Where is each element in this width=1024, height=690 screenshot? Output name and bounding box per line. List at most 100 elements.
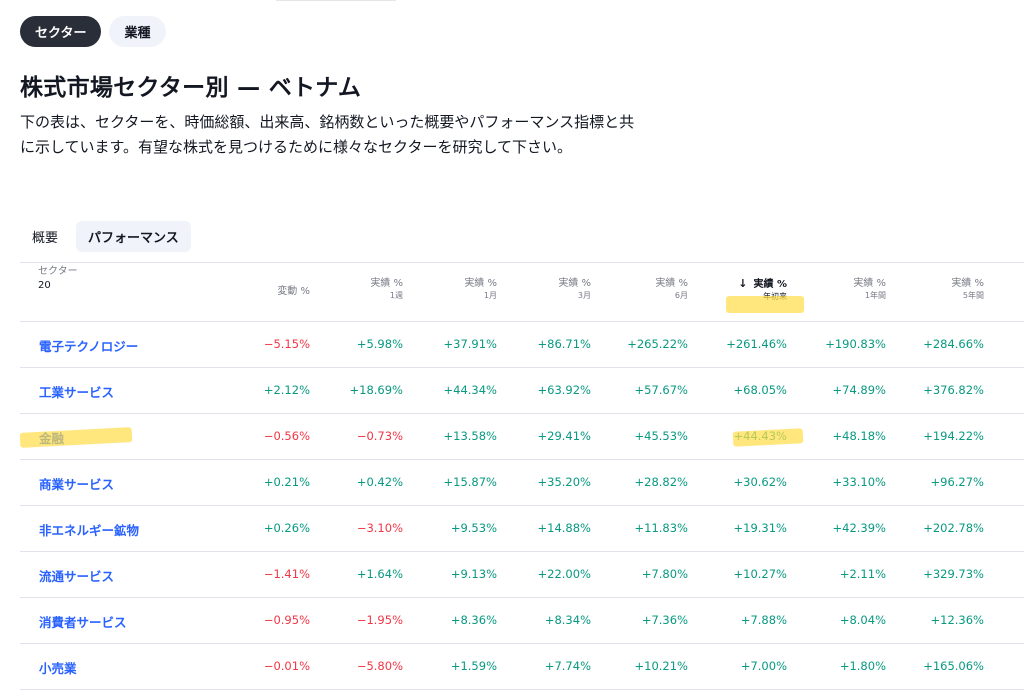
cell-value: +44.34%	[443, 383, 498, 397]
cell-value: +329.73%	[923, 567, 984, 581]
tab-overview[interactable]: 概要	[20, 221, 70, 252]
table-row[interactable]: 工業サービス +2.12% +18.69% +44.34% +63.92% +57.67%…	[20, 368, 1024, 414]
column-header-label: 実績 %	[313, 277, 403, 290]
cell-value: −0.01%	[263, 659, 310, 673]
column-header-6[interactable]: 実績 % 1年間	[796, 277, 886, 302]
cell-value: +11.83%	[634, 521, 689, 535]
cell-value: +8.34%	[544, 613, 591, 627]
column-header-label: 実績 %	[598, 277, 688, 290]
cell-value: +15.87%	[443, 475, 498, 489]
cell-value: +44.43%	[733, 429, 788, 443]
cell-value: +48.18%	[832, 429, 887, 443]
cell-value: +190.83%	[825, 337, 886, 351]
sector-link[interactable]: 小売業	[39, 658, 77, 677]
column-header-period: 1月	[483, 291, 497, 300]
sector-link[interactable]: 流通サービス	[39, 566, 114, 585]
cell-value: +9.13%	[450, 567, 497, 581]
column-header-2[interactable]: 実績 % 1月	[407, 277, 497, 302]
column-header-7[interactable]: 実績 % 5年間	[894, 277, 984, 302]
pill-industry[interactable]: 業種	[109, 16, 166, 47]
cell-value: +1.80%	[839, 659, 886, 673]
cell-value: +8.04%	[839, 613, 886, 627]
cell-value: +165.06%	[923, 659, 984, 673]
cell-value: +10.21%	[634, 659, 689, 673]
column-header-period: 3月	[577, 291, 591, 300]
column-header-1[interactable]: 実績 % 1週	[313, 277, 403, 302]
cell-value: +7.36%	[641, 613, 688, 627]
sector-link[interactable]: 消費者サービス	[39, 612, 127, 631]
table-row[interactable]: 商業サービス +0.21% +0.42% +15.87% +35.20% +28.82% +…	[20, 460, 1024, 506]
cell-value: −5.15%	[263, 337, 310, 351]
cell-value: +33.10%	[832, 475, 887, 489]
cell-value: −1.95%	[356, 613, 403, 627]
sector-table: セクター 20 変動 % 実績 % 1週 実績 % 1月 実績 % 3月 実績 % 6月 ↓ 実績 …	[19, 262, 1024, 690]
column-header-period: 1年間	[864, 291, 886, 300]
cell-value: +29.41%	[537, 429, 592, 443]
tab-performance[interactable]: パフォーマンス	[76, 221, 191, 252]
column-header-3[interactable]: 実績 % 3月	[501, 277, 591, 302]
cell-value: +261.46%	[726, 337, 787, 351]
cell-value: +13.58%	[443, 429, 498, 443]
table-row[interactable]: 流通サービス −1.41% +1.64% +9.13% +22.00% +7.80% +10…	[20, 552, 1024, 598]
column-header-label: 変動 %	[220, 285, 310, 298]
cell-value: −1.41%	[263, 567, 310, 581]
column-header-label: 実績 %	[894, 277, 984, 290]
cell-value: +68.05%	[733, 383, 788, 397]
table-row[interactable]: 金融 −0.56% −0.73% +13.58% +29.41% +45.53% +44.4…	[20, 414, 1024, 460]
column-header-text: 実績 %	[753, 279, 787, 290]
column-header-text: 実績 %	[370, 278, 403, 289]
sector-link[interactable]: 金融	[39, 428, 64, 447]
column-header-period: 年初来	[763, 292, 787, 301]
cell-value: +376.82%	[923, 383, 984, 397]
cell-value: +0.21%	[263, 475, 310, 489]
sector-link[interactable]: 非エネルギー鉱物	[39, 520, 139, 539]
cell-value: +37.91%	[443, 337, 498, 351]
cell-value: +0.42%	[356, 475, 403, 489]
column-header-text: 実績 %	[464, 278, 497, 289]
page-description: 下の表は、セクターを、時価総額、出来高、銘柄数といった概要やパフォーマンス指標と…	[20, 113, 635, 156]
cell-value: +42.39%	[832, 521, 887, 535]
column-header-label: 実績 %	[796, 277, 886, 290]
cell-value: −3.10%	[356, 521, 403, 535]
sector-link[interactable]: 電子テクノロジー	[39, 336, 138, 355]
cell-value: +5.98%	[356, 337, 403, 351]
column-header-5[interactable]: ↓ 実績 % 年初来	[697, 277, 787, 303]
cell-value: +45.53%	[634, 429, 689, 443]
cell-value: +202.78%	[923, 521, 984, 535]
cell-value: −0.73%	[356, 429, 403, 443]
arrow-down-icon: ↓	[738, 277, 748, 290]
category-pills: セクター 業種	[20, 16, 166, 47]
sector-count: 20	[38, 280, 51, 291]
column-header-label: 実績 %	[501, 277, 591, 290]
table-row[interactable]: 電子テクノロジー −5.15% +5.98% +37.91% +86.71% +265.2…	[20, 322, 1024, 368]
cell-value: +63.92%	[537, 383, 592, 397]
sector-column-header[interactable]: セクター 20	[38, 266, 78, 292]
cell-value: +86.71%	[537, 337, 592, 351]
column-header-0[interactable]: 変動 %	[220, 285, 310, 298]
sector-link[interactable]: 工業サービス	[39, 382, 114, 401]
table-row[interactable]: 小売業 −0.01% −5.80% +1.59% +7.74% +10.21% +7.00%…	[20, 644, 1024, 690]
cell-value: +2.12%	[263, 383, 310, 397]
sector-link[interactable]: 商業サービス	[39, 474, 114, 493]
cell-value: +22.00%	[537, 567, 592, 581]
column-header-4[interactable]: 実績 % 6月	[598, 277, 688, 302]
pill-sector[interactable]: セクター	[20, 16, 102, 47]
column-header-text: 実績 %	[951, 278, 984, 289]
cell-value: +30.62%	[733, 475, 788, 489]
table-row[interactable]: 消費者サービス −0.95% −1.95% +8.36% +8.34% +7.36% +7.…	[20, 598, 1024, 644]
cell-value: +96.27%	[930, 475, 985, 489]
cell-value: −5.80%	[356, 659, 403, 673]
table-body: 電子テクノロジー −5.15% +5.98% +37.91% +86.71% +265.2…	[20, 322, 1024, 690]
cell-value: +7.00%	[740, 659, 787, 673]
column-header-text: 変動 %	[277, 286, 310, 297]
page-title: 株式市場セクター別 — ベトナム	[20, 75, 362, 101]
cell-value: +7.74%	[544, 659, 591, 673]
table-row[interactable]: 非エネルギー鉱物 +0.26% −3.10% +9.53% +14.88% +11.83%…	[20, 506, 1024, 552]
cell-value: +1.59%	[450, 659, 497, 673]
cell-value: +8.36%	[450, 613, 497, 627]
cell-value: +7.80%	[641, 567, 688, 581]
cell-value: +0.26%	[263, 521, 310, 535]
column-header-label: 実績 %	[407, 277, 497, 290]
cell-value: +194.22%	[923, 429, 984, 443]
cell-value: +12.36%	[930, 613, 985, 627]
